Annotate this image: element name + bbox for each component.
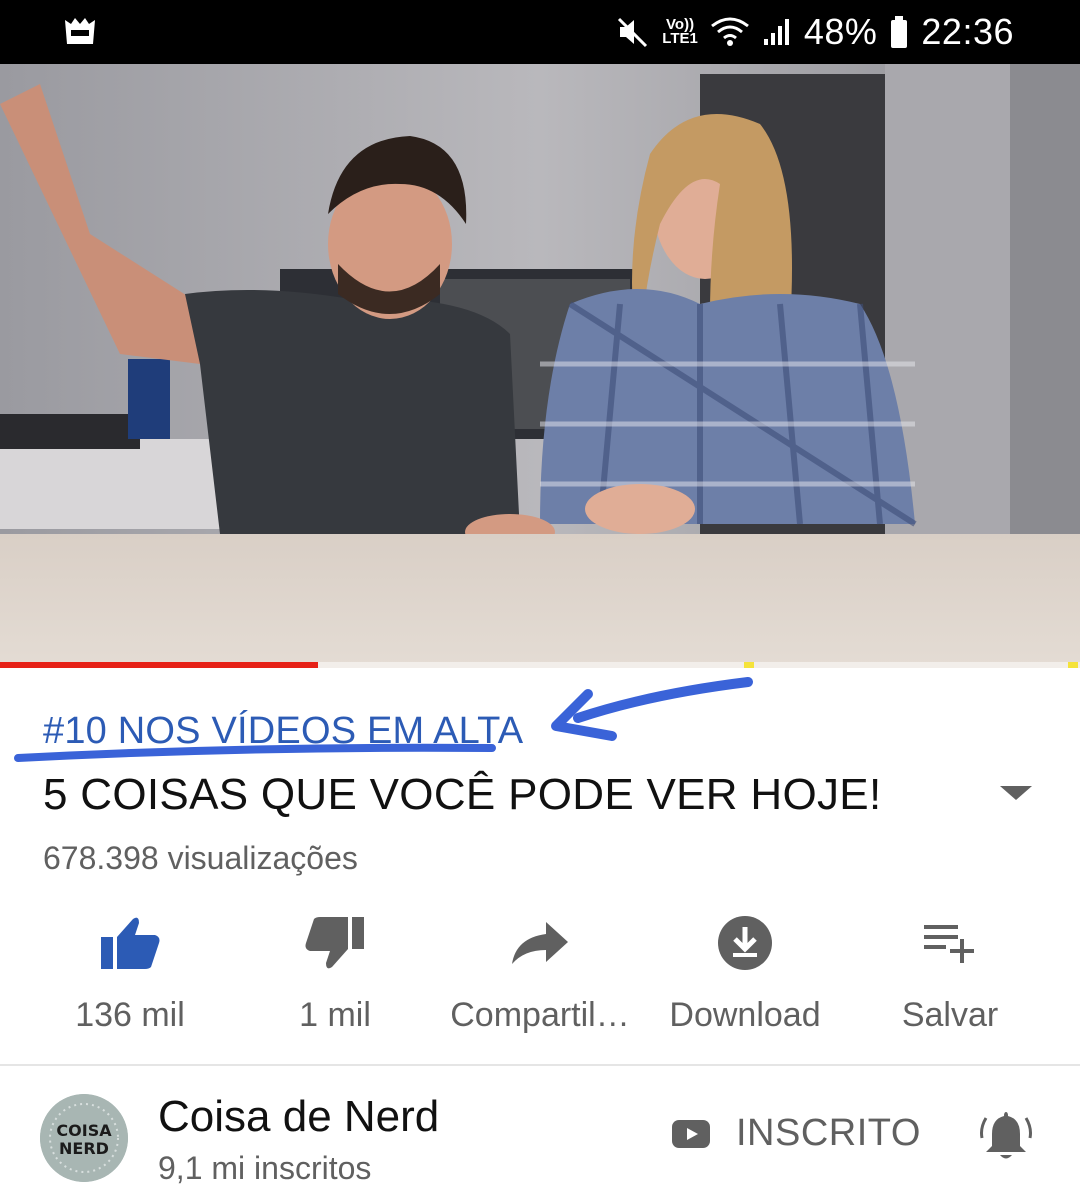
video-thumbnail — [0, 64, 1080, 668]
clock: 22:36 — [921, 11, 1014, 52]
mute-icon — [618, 17, 648, 48]
thumbs-up-icon — [101, 917, 160, 969]
youtube-icon — [672, 1119, 710, 1148]
app-notification-icon — [65, 18, 95, 44]
wifi-icon — [710, 17, 749, 46]
add-to-playlist-icon — [924, 925, 974, 963]
action-bar: 136 mil 1 mil Compartil… Download Salvar — [30, 908, 1050, 1038]
battery-icon — [891, 16, 908, 48]
download-button[interactable]: Download — [645, 908, 845, 1038]
subscribed-label: INSCRITO — [736, 1112, 921, 1154]
thumbs-down-icon — [305, 917, 364, 969]
like-button[interactable]: 136 mil — [30, 908, 230, 1038]
save-button[interactable]: Salvar — [850, 908, 1050, 1038]
subscribed-button[interactable]: INSCRITO — [672, 1112, 921, 1155]
chevron-down-icon[interactable] — [996, 778, 1036, 808]
dislike-button[interactable]: 1 mil — [235, 908, 435, 1038]
view-count: 678.398 visualizações — [43, 840, 358, 876]
share-button[interactable]: Compartil… — [440, 908, 640, 1038]
subscriber-count: 9,1 mi inscritos — [158, 1150, 372, 1186]
share-label: Compartil… — [450, 996, 630, 1034]
channel-name[interactable]: Coisa de Nerd — [158, 1092, 439, 1142]
status-bar: Vo)) LTE1 48% 22:36 — [0, 0, 1080, 64]
volte-icon: Vo)) LTE1 — [662, 16, 698, 47]
download-icon — [718, 916, 772, 970]
divider — [0, 1064, 1080, 1066]
ad-marker — [1068, 662, 1078, 668]
svg-text:COISA: COISA — [56, 1121, 112, 1140]
signal-icon — [763, 19, 789, 45]
svg-text:NERD: NERD — [59, 1139, 109, 1158]
video-player[interactable] — [0, 64, 1080, 668]
video-title: 5 COISAS QUE VOCÊ PODE VER HOJE! — [43, 770, 882, 819]
battery-percent: 48% — [803, 11, 878, 52]
save-label: Salvar — [901, 996, 999, 1034]
ad-marker — [744, 662, 754, 668]
status-icons: Vo)) LTE1 48% 22:36 — [616, 0, 1014, 64]
bell-icon[interactable] — [978, 1108, 1034, 1164]
progress-fill[interactable] — [0, 662, 318, 668]
share-icon — [512, 922, 568, 964]
like-count: 136 mil — [75, 996, 185, 1034]
channel-logo: COISA NERD — [40, 1094, 128, 1182]
download-label: Download — [669, 996, 821, 1034]
dislike-count: 1 mil — [299, 996, 371, 1034]
channel-avatar[interactable]: COISA NERD — [40, 1094, 128, 1182]
trending-label[interactable]: #10 NOS VÍDEOS EM ALTA — [43, 710, 523, 753]
